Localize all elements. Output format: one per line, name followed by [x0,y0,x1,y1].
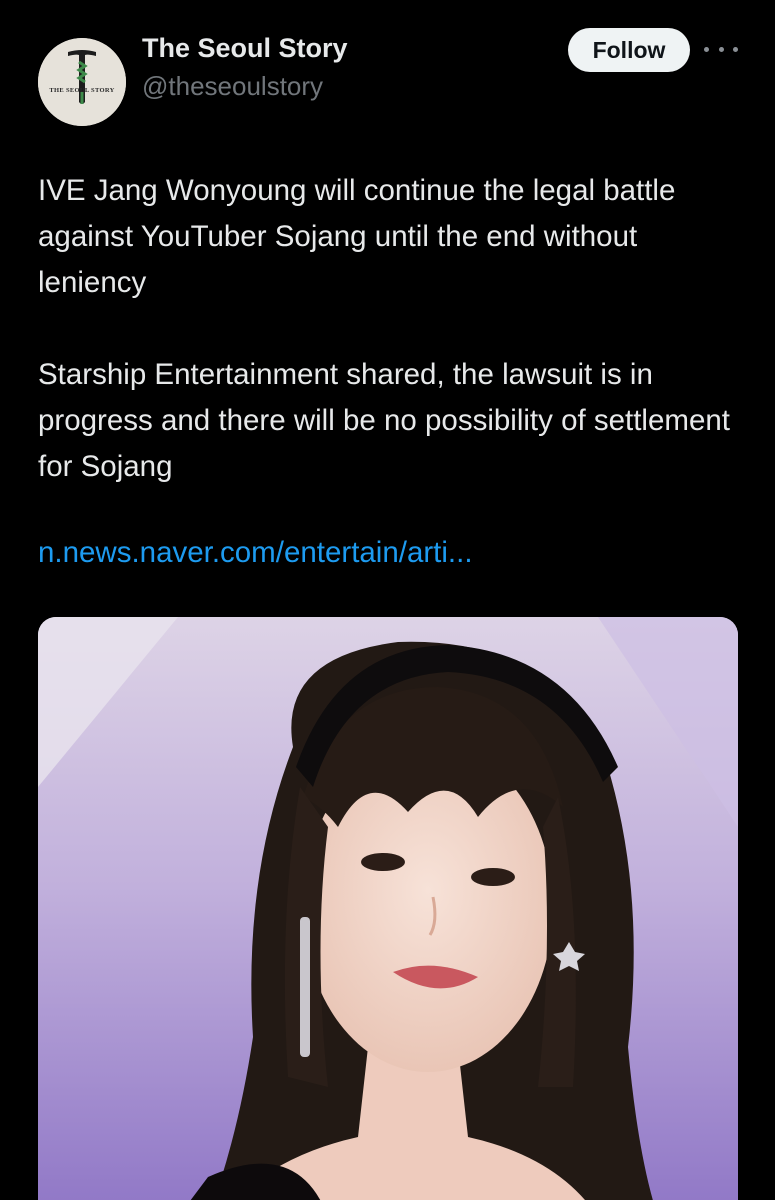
more-horizontal-icon[interactable] [704,36,738,62]
tweet-card: THE SEOUL STORY The Seoul Story @theseou… [0,0,775,1200]
avatar[interactable]: THE SEOUL STORY [38,38,126,126]
user-handle[interactable]: @theseoulstory [142,71,323,102]
tweet-paragraph: Starship Entertainment shared, the lawsu… [38,358,730,483]
display-name[interactable]: The Seoul Story [142,33,348,64]
tweet-text: IVE Jang Wonyoung will continue the lega… [38,168,738,490]
tweet-photo[interactable] [38,617,738,1200]
tweet-paragraph: IVE Jang Wonyoung will continue the lega… [38,174,676,299]
the-seoul-story-logo-icon [38,38,126,126]
article-link[interactable]: n.news.naver.com/entertain/arti... [38,530,473,576]
follow-button[interactable]: Follow [568,28,690,72]
avatar-wordmark: THE SEOUL STORY [49,87,115,94]
portrait-photo [38,617,738,1200]
